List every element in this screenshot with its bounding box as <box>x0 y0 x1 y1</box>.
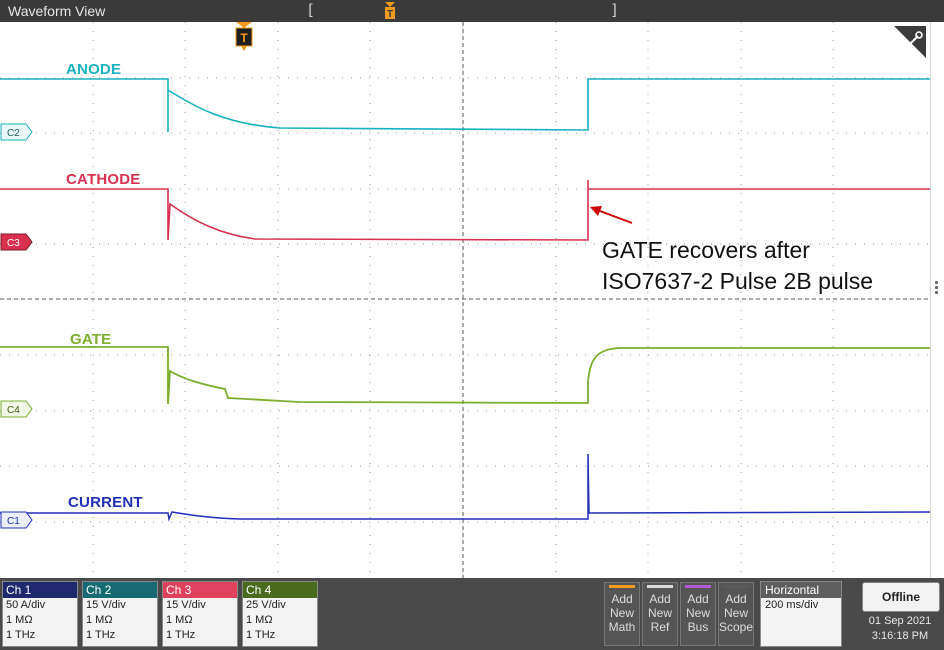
channel-1-name: Ch 1 <box>3 582 77 598</box>
channel-4-impedance: 1 MΩ <box>246 614 273 626</box>
waveform-plot[interactable]: T C2 C3 C4 C1 ANODE CATHODE GATE CURRENT… <box>0 22 930 578</box>
channel-3-name: Ch 3 <box>163 582 237 598</box>
horizontal-scale: 200 ms/div <box>765 599 819 611</box>
add-new-bus-line-3: Bus <box>687 620 709 634</box>
c3-tag-label: C3 <box>7 238 20 249</box>
gate-label: GATE <box>70 331 112 348</box>
channel-2-badge[interactable]: Ch 2 15 V/div 1 MΩ 1 THz <box>82 581 158 647</box>
trigger-t-icon[interactable]: T <box>235 22 253 51</box>
vertical-scroll-rail[interactable] <box>930 22 944 578</box>
channel-3-bandwidth: 1 THz <box>166 629 196 641</box>
add-new-ref-button[interactable]: Add New Ref <box>642 582 678 646</box>
add-new-ref-line-1: Add <box>649 592 671 606</box>
c3-tag[interactable]: C3 <box>0 233 33 251</box>
window-title: Waveform View <box>8 3 106 19</box>
channel-1-impedance: 1 MΩ <box>6 614 33 626</box>
add-new-ref-line-2: New <box>647 606 672 620</box>
gate-trace <box>0 346 930 405</box>
trigger-label: T <box>240 31 248 45</box>
channel-1-scale: 50 A/div <box>6 599 46 611</box>
channel-3-impedance: 1 MΩ <box>166 614 193 626</box>
add-new-scope-line-1: Add <box>725 592 747 606</box>
add-new-math-line-2: New <box>609 606 634 620</box>
channel-4-bandwidth: 1 THz <box>246 629 276 641</box>
anode-trace <box>0 78 930 132</box>
c2-tag[interactable]: C2 <box>0 123 33 141</box>
channel-1-badge[interactable]: Ch 1 50 A/div 1 MΩ 1 THz <box>2 581 78 647</box>
current-label: CURRENT <box>68 494 143 511</box>
channel-3-badge[interactable]: Ch 3 15 V/div 1 MΩ 1 THz <box>162 581 238 647</box>
date-time-display: 01 Sep 2021 3:16:18 PM <box>862 614 938 646</box>
cathode-trace <box>0 180 930 241</box>
add-new-scope-line-2: New <box>723 606 748 620</box>
channel-3-scale: 15 V/div <box>166 599 206 611</box>
add-new-ref-line-3: Ref <box>650 620 670 634</box>
add-new-bus-line-1: Add <box>687 592 709 606</box>
channel-2-bandwidth: 1 THz <box>86 629 116 641</box>
add-new-scope-button[interactable]: Add New Scope <box>718 582 754 646</box>
channel-2-name: Ch 2 <box>83 582 157 598</box>
annotation-line-1: GATE recovers after <box>602 237 810 263</box>
c1-tag[interactable]: C1 <box>0 511 33 529</box>
anode-label: ANODE <box>66 61 122 78</box>
channel-2-impedance: 1 MΩ <box>86 614 113 626</box>
channel-4-scale: 25 V/div <box>246 599 286 611</box>
wrench-corner-icon[interactable] <box>894 26 926 58</box>
add-new-math-button[interactable]: Add New Math <box>604 582 640 646</box>
annotation-arrow <box>590 206 633 224</box>
channel-4-name: Ch 4 <box>243 582 317 598</box>
horizontal-title: Horizontal <box>761 582 841 598</box>
cathode-label: CATHODE <box>66 171 141 188</box>
channel-4-badge[interactable]: Ch 4 25 V/div 1 MΩ 1 THz <box>242 581 318 647</box>
c4-tag[interactable]: C4 <box>0 400 33 418</box>
add-new-bus-line-2: New <box>685 606 710 620</box>
add-new-math-line-1: Add <box>611 592 633 606</box>
offline-status-button[interactable]: Offline <box>862 582 940 612</box>
annotation-text: GATE recovers after ISO7637-2 Pulse 2B p… <box>602 235 873 297</box>
add-new-bus-button[interactable]: Add New Bus <box>680 582 716 646</box>
add-new-scope-line-3: Scope <box>719 620 754 634</box>
channel-2-scale: 15 V/div <box>86 599 126 611</box>
add-new-math-line-3: Math <box>608 620 636 634</box>
annotation-line-2: ISO7637-2 Pulse 2B pulse <box>602 268 874 294</box>
trigger-position-icon[interactable]: T <box>383 2 397 20</box>
horizontal-badge[interactable]: Horizontal 200 ms/div <box>760 581 842 647</box>
title-bar: Waveform View [ T ] <box>0 0 944 23</box>
record-right-bracket[interactable]: ] <box>610 1 619 19</box>
record-left-bracket[interactable]: [ <box>306 1 315 19</box>
c2-tag-label: C2 <box>7 128 20 139</box>
date-text: 01 Sep 2021 <box>868 615 932 627</box>
c1-tag-label: C1 <box>7 516 20 527</box>
channel-1-bandwidth: 1 THz <box>6 629 36 641</box>
time-text: 3:16:18 PM <box>871 630 929 642</box>
scroll-grip-icon[interactable] <box>935 281 939 295</box>
trigger-position-label: T <box>387 9 393 20</box>
c4-tag-label: C4 <box>7 405 20 416</box>
